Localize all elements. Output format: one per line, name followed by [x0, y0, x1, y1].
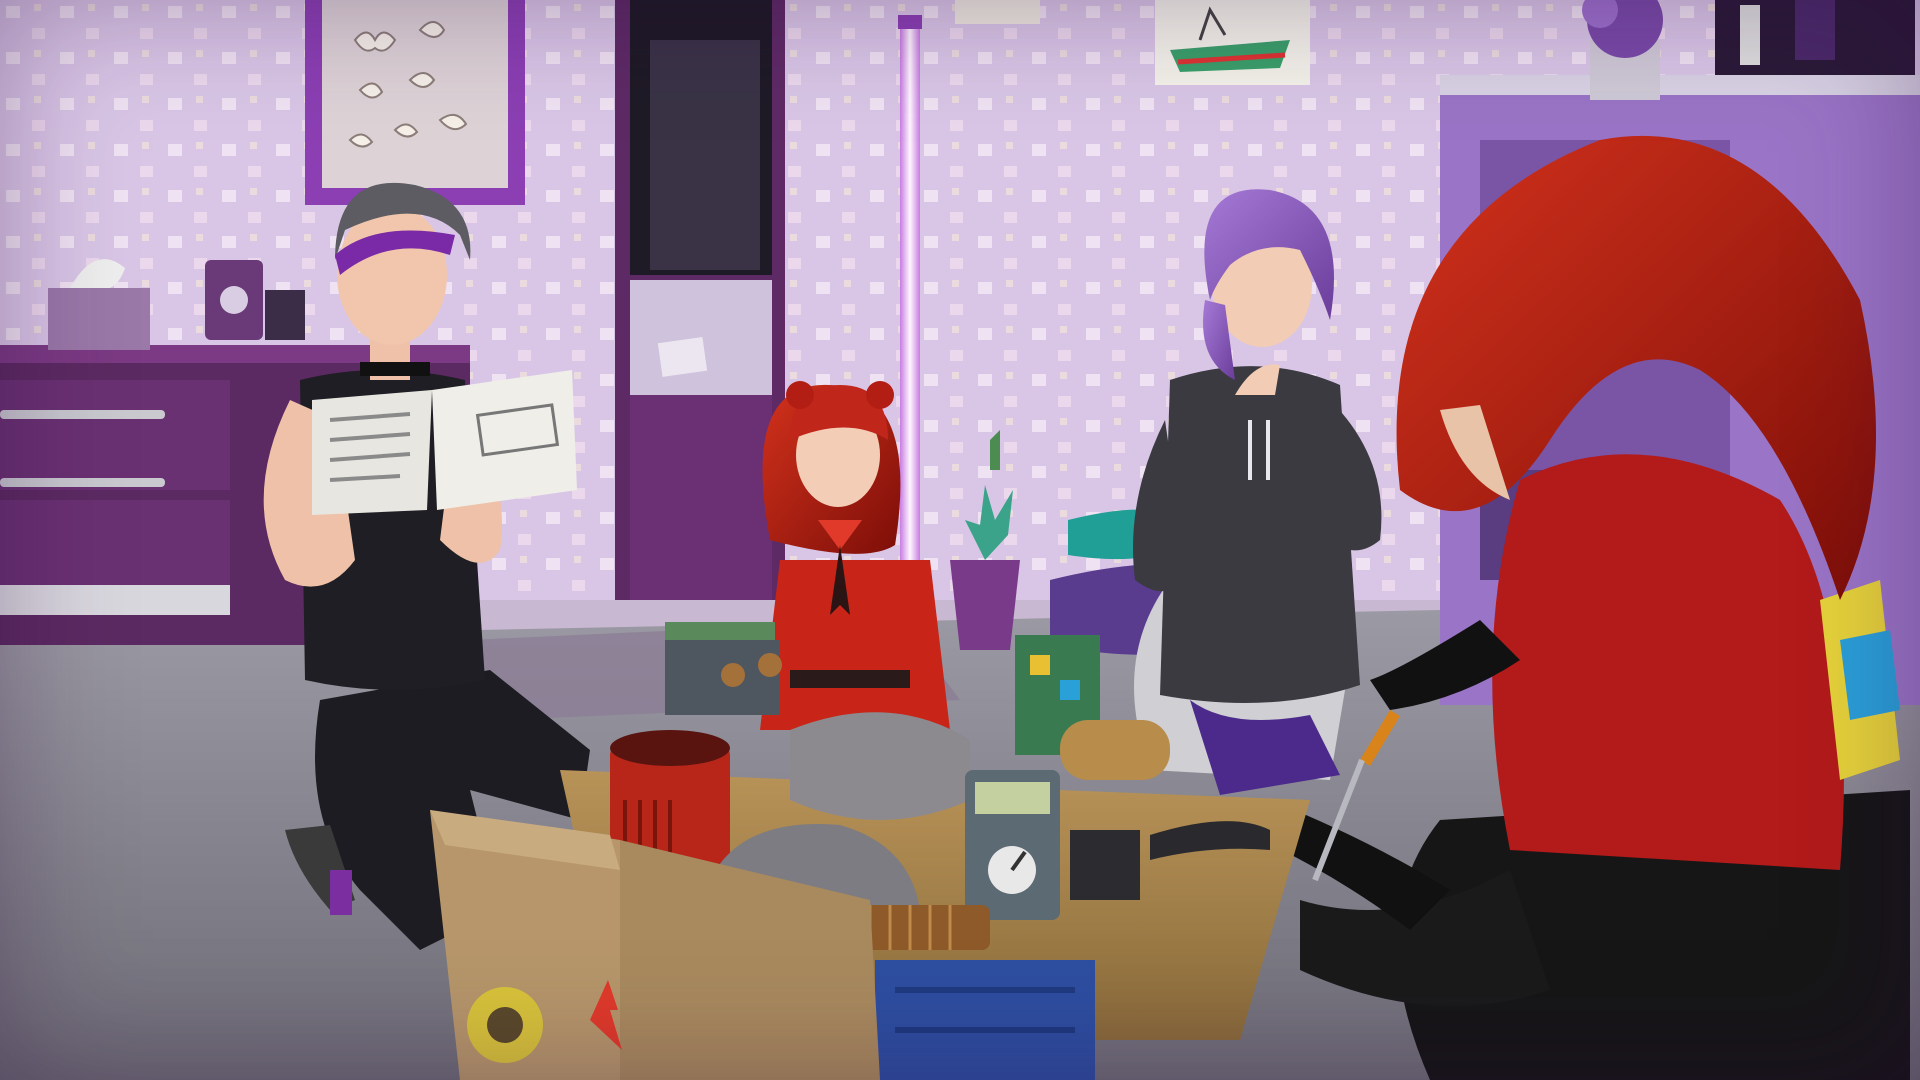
blue-crate — [875, 960, 1095, 1080]
neon-floor-lamp — [898, 15, 922, 590]
multimeter-icon — [965, 770, 1060, 920]
game-scene — [0, 0, 1920, 1080]
child-drawing — [1155, 0, 1310, 85]
butterfly-frame — [305, 0, 525, 205]
poster — [955, 0, 1040, 24]
bedroom-render — [0, 0, 1920, 1080]
brass-cylinder — [1060, 720, 1170, 780]
metal-ring — [790, 712, 970, 820]
doorway — [615, 0, 785, 600]
black-box — [1070, 830, 1140, 900]
radio-gadget — [665, 622, 782, 715]
